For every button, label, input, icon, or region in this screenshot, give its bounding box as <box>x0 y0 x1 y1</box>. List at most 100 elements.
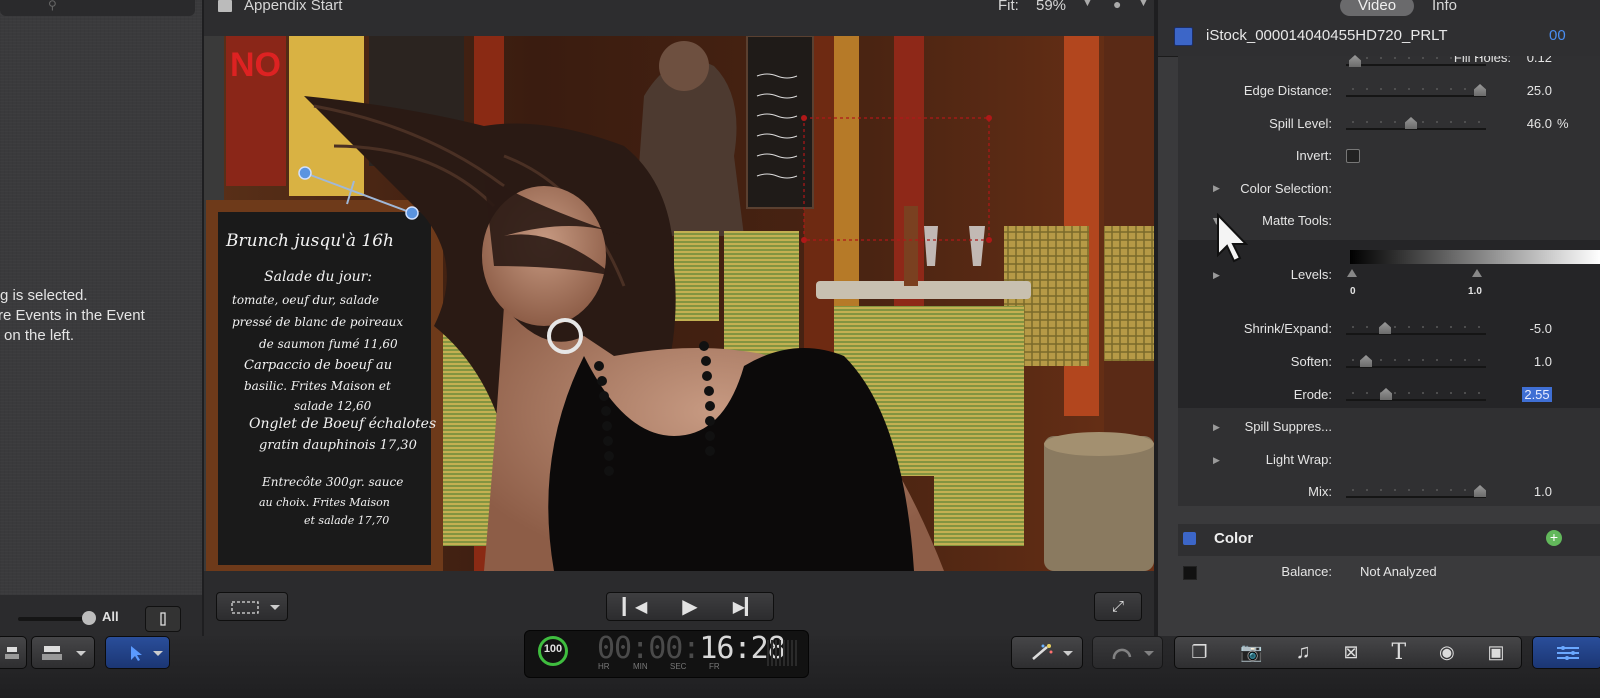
fullscreen-button[interactable]: ⤢ <box>1094 592 1142 621</box>
transitions-browser-icon[interactable]: ⊠ <box>1344 642 1359 663</box>
levels-black-point-handle[interactable] <box>1347 269 1357 277</box>
retime-button[interactable] <box>1092 636 1163 669</box>
fill-holes-slider[interactable] <box>1346 52 1486 66</box>
chalkboard-line: Salade du jour: <box>264 269 372 285</box>
clip-duration: 00 <box>1549 27 1566 44</box>
timecode-label-hr: HR <box>598 662 610 671</box>
project-icon <box>218 0 232 12</box>
view-options-switch-icon[interactable]: ● <box>1113 0 1121 12</box>
browser-search-field[interactable] <box>0 0 195 16</box>
clip-appearance-button[interactable] <box>145 606 181 632</box>
effect-enable-checkbox[interactable] <box>1183 532 1196 545</box>
svg-text:NO: NO <box>230 46 281 84</box>
viewer-canvas[interactable]: NO Brunch jusqu'à 16h Salade du jour: to… <box>204 36 1154 571</box>
enhancements-wand-icon <box>1032 643 1073 660</box>
viewer-options-icon <box>231 600 280 614</box>
onscreen-control-handle[interactable] <box>298 166 312 180</box>
matte-tools-label[interactable]: Matte Tools: <box>1262 213 1332 228</box>
disclosure-triangle-icon[interactable]: ▶ <box>1213 422 1220 433</box>
edge-distance-slider[interactable] <box>1346 83 1486 97</box>
photos-browser-icon[interactable]: 📷 <box>1240 642 1262 663</box>
levels-gradient-bar[interactable] <box>1350 250 1600 264</box>
timecode-label-sec: SEC <box>670 662 687 671</box>
video-clip-icon <box>1174 27 1193 46</box>
disclosure-triangle-icon[interactable]: ▶ <box>1213 455 1220 466</box>
chalkboard-line: salade 12,60 <box>294 399 372 413</box>
search-icon[interactable]: ⚲ <box>48 0 57 12</box>
enhancements-button[interactable] <box>1011 636 1083 669</box>
soften-value[interactable]: 1.0 <box>1490 354 1552 369</box>
timecode-label-fr: FR <box>709 662 720 671</box>
onscreen-control-handle[interactable] <box>405 206 419 220</box>
play-icon[interactable]: ▶ <box>663 594 718 619</box>
video-frame: NO Brunch jusqu'à 16h Salade du jour: to… <box>204 36 1154 571</box>
timecode-minutes: 00 <box>648 631 683 666</box>
append-clip-button[interactable] <box>31 636 95 669</box>
select-tool-button[interactable] <box>105 636 170 669</box>
chalkboard-line: au choix. Frites Maison <box>259 496 390 509</box>
balance-checkbox[interactable] <box>1183 566 1197 580</box>
balance-value: Not Analyzed <box>1360 564 1437 579</box>
light-wrap-label[interactable]: Light Wrap: <box>1266 452 1332 467</box>
chalkboard-line: gratin dauphinois 17,30 <box>259 438 417 453</box>
mix-value[interactable]: 1.0 <box>1490 484 1552 499</box>
chalkboard-line: basilic. Frites Maison et <box>244 379 391 393</box>
spill-level-value[interactable]: 46.0 <box>1490 116 1552 131</box>
erode-value-field[interactable]: 2.55 <box>1522 387 1552 402</box>
fit-label: Fit: <box>998 0 1019 14</box>
erode-slider[interactable] <box>1346 387 1486 401</box>
levels-max-label: 1.0 <box>1468 286 1482 297</box>
chalkboard-line: et salade 17,70 <box>304 514 389 527</box>
filter-popup[interactable]: All <box>102 609 119 624</box>
disclosure-triangle-icon[interactable]: ▶ <box>1213 270 1220 281</box>
clip-appearance-icon <box>160 612 166 626</box>
connect-clip-button[interactable] <box>0 636 27 669</box>
viewer-options-button[interactable] <box>216 592 288 621</box>
spill-level-unit: % <box>1557 116 1569 131</box>
tab-info[interactable]: Info <box>1432 0 1457 16</box>
titles-browser-icon[interactable]: T <box>1391 640 1406 665</box>
zoom-fit-popup[interactable]: 59% <box>1036 0 1066 14</box>
soften-label: Soften: <box>1290 354 1332 369</box>
select-arrow-icon <box>130 645 163 661</box>
mix-label: Mix: <box>1308 484 1332 499</box>
color-selection-label[interactable]: Color Selection: <box>1240 181 1332 196</box>
empty-browser-message-line-2: re Events in the Event <box>0 307 145 324</box>
disclosure-triangle-icon[interactable]: ▶ <box>1213 183 1220 194</box>
clip-zoom-slider[interactable] <box>18 617 90 621</box>
levels-white-point-handle[interactable] <box>1472 269 1482 277</box>
invert-checkbox[interactable] <box>1346 149 1360 163</box>
timecode-seconds: 16 <box>699 631 734 666</box>
clip-zoom-slider-knob[interactable] <box>82 611 96 625</box>
shrink-expand-label: Shrink/Expand: <box>1243 321 1332 336</box>
chalkboard-line: Brunch jusqu'à 16h <box>225 231 394 251</box>
levels-label: Levels: <box>1290 267 1332 282</box>
erode-label: Erode: <box>1293 387 1332 402</box>
shrink-expand-value[interactable]: -5.0 <box>1490 321 1552 336</box>
effects-browser-icon[interactable]: ❐ <box>1191 642 1207 663</box>
inspector-toggle-button[interactable] <box>1532 636 1600 669</box>
balance-label: Balance: <box>1281 564 1332 579</box>
shrink-expand-slider[interactable] <box>1346 321 1486 335</box>
go-to-end-icon[interactable]: ▶▎ <box>718 597 773 617</box>
go-to-start-icon[interactable]: ▎◀ <box>608 597 663 617</box>
chevron-down-icon[interactable]: ▼ <box>1082 0 1093 9</box>
empty-browser-message-line-3: on the left. <box>4 327 75 344</box>
add-correction-icon[interactable]: + <box>1546 530 1562 546</box>
chevron-down-icon[interactable]: ▼ <box>1138 0 1149 9</box>
timecode-display: 00:00:16:28 <box>597 631 786 666</box>
media-browsers-button-group: ❐ 📷 ♫ ⊠ T ◉ ▣ <box>1174 636 1522 669</box>
timecode-hours: 00 <box>597 631 632 666</box>
audio-meter-mini[interactable] <box>767 640 797 666</box>
music-browser-icon[interactable]: ♫ <box>1296 641 1311 664</box>
tab-video[interactable]: Video <box>1340 0 1414 16</box>
spill-suppress-label[interactable]: Spill Suppres... <box>1245 419 1332 434</box>
mix-slider[interactable] <box>1346 484 1486 498</box>
generators-browser-icon[interactable]: ◉ <box>1439 642 1455 663</box>
color-section-title: Color <box>1214 530 1254 547</box>
edge-distance-value[interactable]: 25.0 <box>1490 83 1552 98</box>
themes-browser-icon[interactable]: ▣ <box>1488 642 1505 663</box>
spill-level-label: Spill Level: <box>1269 116 1332 131</box>
fill-holes-value[interactable]: 0.12 <box>1490 56 1552 65</box>
clip-name: iStock_000014040455HD720_PRLT <box>1206 27 1448 44</box>
